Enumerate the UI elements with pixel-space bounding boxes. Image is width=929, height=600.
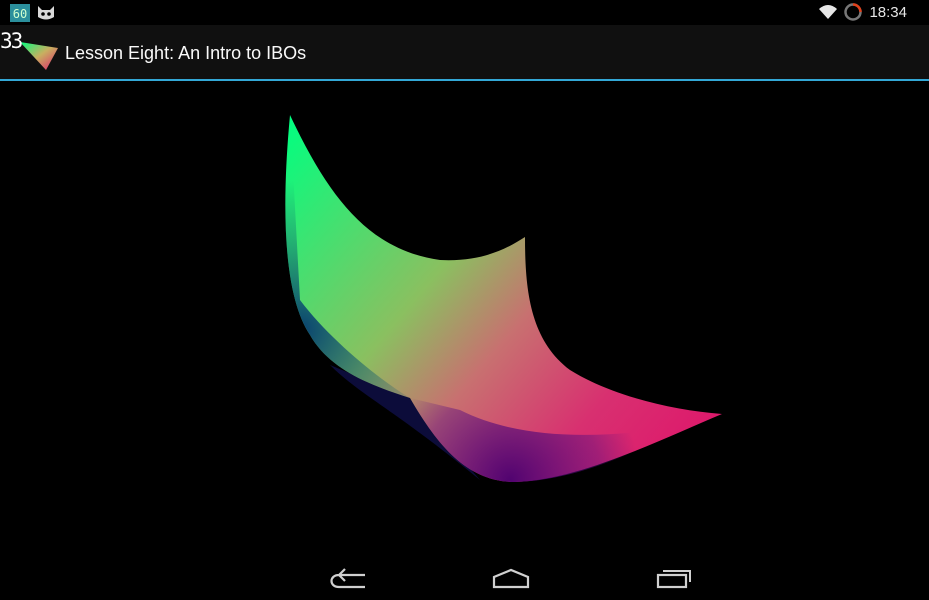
back-icon[interactable] [325,563,375,593]
page-title: Lesson Eight: An Intro to IBOs [65,43,307,63]
wifi-icon [819,5,837,19]
navigation-bar [0,551,929,600]
gl-surface[interactable] [0,81,929,551]
battery-ring-icon [844,3,862,21]
fps-counter-icon: 60 [10,4,30,22]
android-cat-icon [38,6,54,20]
app-icon[interactable]: 33 [0,28,62,72]
svg-text:60: 60 [13,7,27,21]
recent-apps-icon[interactable] [649,563,699,593]
fps-overlay-text: 33 [0,29,23,53]
clock: 18:34 [869,4,907,21]
status-bar: 60 18:34 [0,0,929,25]
home-icon[interactable] [486,563,536,593]
